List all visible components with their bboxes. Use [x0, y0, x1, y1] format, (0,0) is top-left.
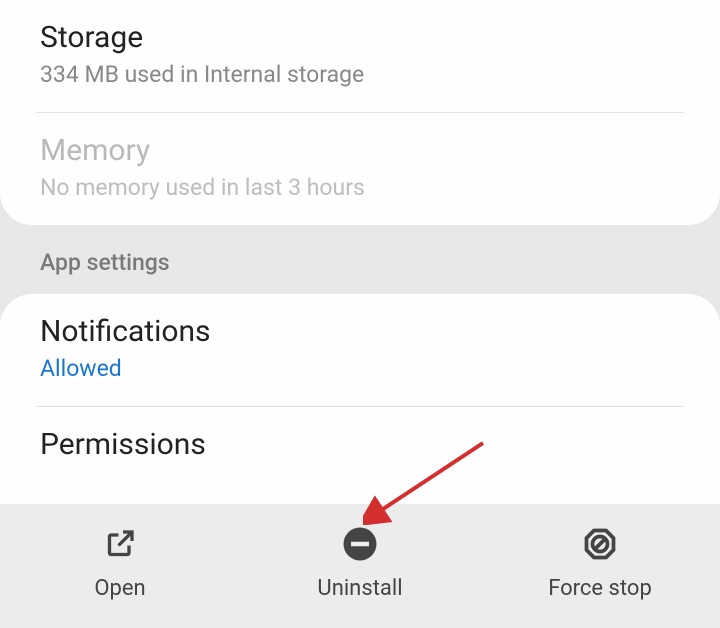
memory-title: Memory — [40, 133, 680, 168]
bottom-bar: Open Uninstall Force stop — [0, 504, 720, 628]
open-icon — [100, 524, 140, 564]
uninstall-label: Uninstall — [317, 576, 402, 601]
uninstall-button[interactable]: Uninstall — [260, 524, 460, 601]
force-stop-label: Force stop — [548, 576, 652, 601]
uninstall-icon — [340, 524, 380, 564]
open-button[interactable]: Open — [20, 524, 220, 601]
section-header: App settings — [0, 225, 720, 294]
memory-sub: No memory used in last 3 hours — [40, 174, 680, 201]
open-label: Open — [94, 576, 145, 601]
storage-item[interactable]: Storage 334 MB used in Internal storage — [0, 0, 720, 112]
memory-item[interactable]: Memory No memory used in last 3 hours — [0, 113, 720, 225]
notifications-status: Allowed — [40, 355, 680, 382]
storage-title: Storage — [40, 20, 680, 55]
force-stop-button[interactable]: Force stop — [500, 524, 700, 601]
notifications-item[interactable]: Notifications Allowed — [0, 294, 720, 406]
notifications-title: Notifications — [40, 314, 680, 349]
storage-sub: 334 MB used in Internal storage — [40, 61, 680, 88]
block-icon — [580, 524, 620, 564]
permissions-title: Permissions — [40, 427, 680, 462]
